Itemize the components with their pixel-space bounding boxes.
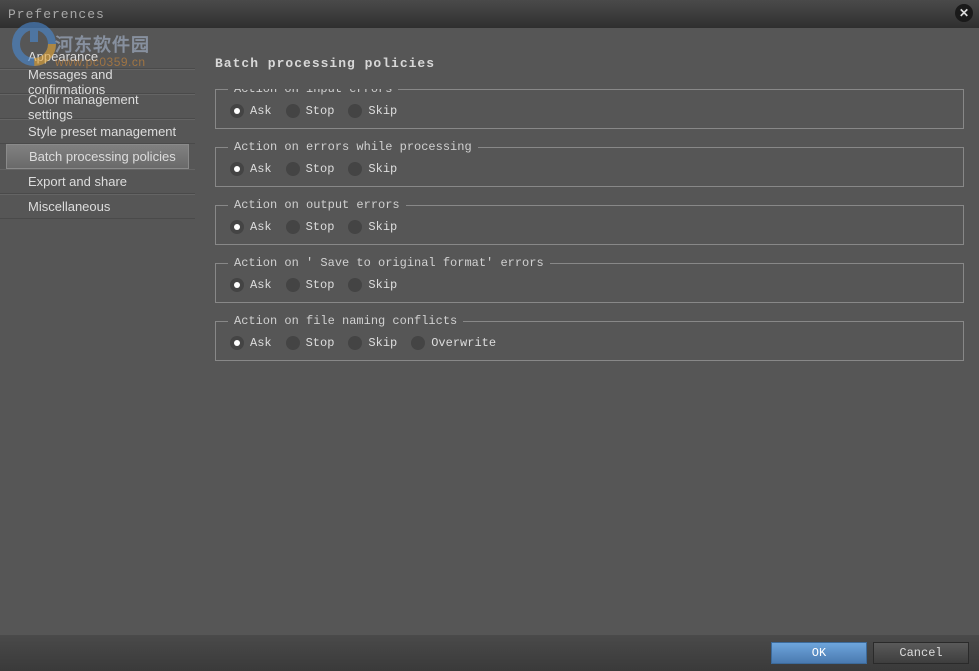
radio-row: Ask Stop Skip Overwrite bbox=[230, 336, 949, 350]
radio-label: Ask bbox=[250, 278, 272, 292]
radio-icon bbox=[348, 336, 362, 350]
radio-label: Stop bbox=[306, 162, 335, 176]
groups-container: Action on input errorsAskStopSkipAction … bbox=[215, 89, 964, 635]
radio-icon bbox=[348, 278, 362, 292]
close-icon: ✕ bbox=[959, 6, 969, 20]
window-title: Preferences bbox=[8, 7, 105, 22]
radio-option-skip[interactable]: Skip bbox=[348, 104, 397, 118]
radio-icon bbox=[230, 104, 244, 118]
group-0: Action on input errors Ask Stop Skip bbox=[215, 89, 964, 129]
radio-row: Ask Stop Skip bbox=[230, 104, 949, 118]
radio-option-skip[interactable]: Skip bbox=[348, 162, 397, 176]
radio-label: Skip bbox=[368, 220, 397, 234]
radio-icon bbox=[286, 220, 300, 234]
radio-option-ask[interactable]: Ask bbox=[230, 162, 272, 176]
radio-icon bbox=[230, 220, 244, 234]
radio-label: Ask bbox=[250, 104, 272, 118]
group-legend: Action on output errors bbox=[228, 198, 406, 212]
group-2: Action on output errorsAskStopSkip bbox=[215, 205, 964, 245]
sidebar-item-label: Miscellaneous bbox=[28, 199, 110, 214]
radio-icon bbox=[411, 336, 425, 350]
footer: OK Cancel bbox=[0, 635, 979, 671]
titlebar: Preferences ✕ bbox=[0, 0, 979, 28]
radio-label: Skip bbox=[368, 104, 397, 118]
radio-icon bbox=[230, 278, 244, 292]
radio-option-skip[interactable]: Skip bbox=[348, 336, 397, 350]
sidebar-item-2[interactable]: Color management settings bbox=[0, 94, 195, 119]
group-legend: Action on file naming conflicts bbox=[228, 314, 463, 328]
content-panel: Batch processing policies Action on inpu… bbox=[195, 28, 979, 635]
radio-label: Skip bbox=[368, 162, 397, 176]
radio-label: Skip bbox=[368, 278, 397, 292]
radio-label: Ask bbox=[250, 220, 272, 234]
group-legend: Action on ' Save to original format' err… bbox=[228, 256, 550, 270]
page-title: Batch processing policies bbox=[215, 56, 964, 71]
radio-row: Ask Stop Skip bbox=[230, 220, 949, 234]
main-area: Appearance Messages and confirmationsColo… bbox=[0, 28, 979, 635]
sidebar-item-3[interactable]: Style preset management bbox=[0, 119, 195, 144]
radio-option-stop[interactable]: Stop bbox=[286, 104, 335, 118]
radio-icon bbox=[348, 162, 362, 176]
radio-option-skip[interactable]: Skip bbox=[348, 220, 397, 234]
radio-icon bbox=[286, 278, 300, 292]
radio-option-skip[interactable]: Skip bbox=[348, 278, 397, 292]
close-button[interactable]: ✕ bbox=[955, 4, 973, 22]
radio-label: Stop bbox=[306, 278, 335, 292]
group-1: Action on errors while processingAskStop… bbox=[215, 147, 964, 187]
radio-option-ask[interactable]: Ask bbox=[230, 104, 272, 118]
radio-option-ask[interactable]: Ask bbox=[230, 336, 272, 350]
radio-icon bbox=[348, 220, 362, 234]
radio-option-stop[interactable]: Stop bbox=[286, 220, 335, 234]
radio-icon bbox=[230, 336, 244, 350]
radio-label: Skip bbox=[368, 336, 397, 350]
group-3: Action on ' Save to original format' err… bbox=[215, 263, 964, 303]
sidebar-item-1[interactable]: Messages and confirmations bbox=[0, 69, 195, 94]
radio-option-stop[interactable]: Stop bbox=[286, 278, 335, 292]
radio-option-overwrite[interactable]: Overwrite bbox=[411, 336, 496, 350]
radio-label: Stop bbox=[306, 104, 335, 118]
radio-option-ask[interactable]: Ask bbox=[230, 220, 272, 234]
radio-label: Stop bbox=[306, 220, 335, 234]
sidebar-item-label: Export and share bbox=[28, 174, 127, 189]
sidebar-item-5[interactable]: Export and share bbox=[0, 169, 195, 194]
sidebar-item-label: Batch processing policies bbox=[29, 149, 176, 164]
sidebar-item-0[interactable]: Appearance bbox=[0, 44, 195, 69]
radio-label: Ask bbox=[250, 162, 272, 176]
sidebar-item-6[interactable]: Miscellaneous bbox=[0, 194, 195, 219]
group-legend: Action on input errors bbox=[228, 89, 398, 96]
radio-icon bbox=[286, 336, 300, 350]
radio-option-stop[interactable]: Stop bbox=[286, 336, 335, 350]
ok-button[interactable]: OK bbox=[771, 642, 867, 664]
radio-icon bbox=[286, 104, 300, 118]
radio-row: Ask Stop Skip bbox=[230, 278, 949, 292]
group-legend: Action on errors while processing bbox=[228, 140, 478, 154]
sidebar-item-4[interactable]: Batch processing policies bbox=[6, 144, 189, 169]
radio-icon bbox=[286, 162, 300, 176]
radio-label: Stop bbox=[306, 336, 335, 350]
radio-option-ask[interactable]: Ask bbox=[230, 278, 272, 292]
radio-label: Ask bbox=[250, 336, 272, 350]
radio-icon bbox=[348, 104, 362, 118]
sidebar-item-label: Style preset management bbox=[28, 124, 176, 139]
sidebar-item-label: Color management settings bbox=[28, 92, 183, 122]
radio-icon bbox=[230, 162, 244, 176]
sidebar-item-label: Appearance bbox=[28, 49, 98, 64]
radio-row: Ask Stop Skip bbox=[230, 162, 949, 176]
group-4: Action on file naming conflictsAskStopSk… bbox=[215, 321, 964, 361]
cancel-button[interactable]: Cancel bbox=[873, 642, 969, 664]
radio-label: Overwrite bbox=[431, 336, 496, 350]
sidebar: Appearance Messages and confirmationsColo… bbox=[0, 28, 195, 635]
radio-option-stop[interactable]: Stop bbox=[286, 162, 335, 176]
